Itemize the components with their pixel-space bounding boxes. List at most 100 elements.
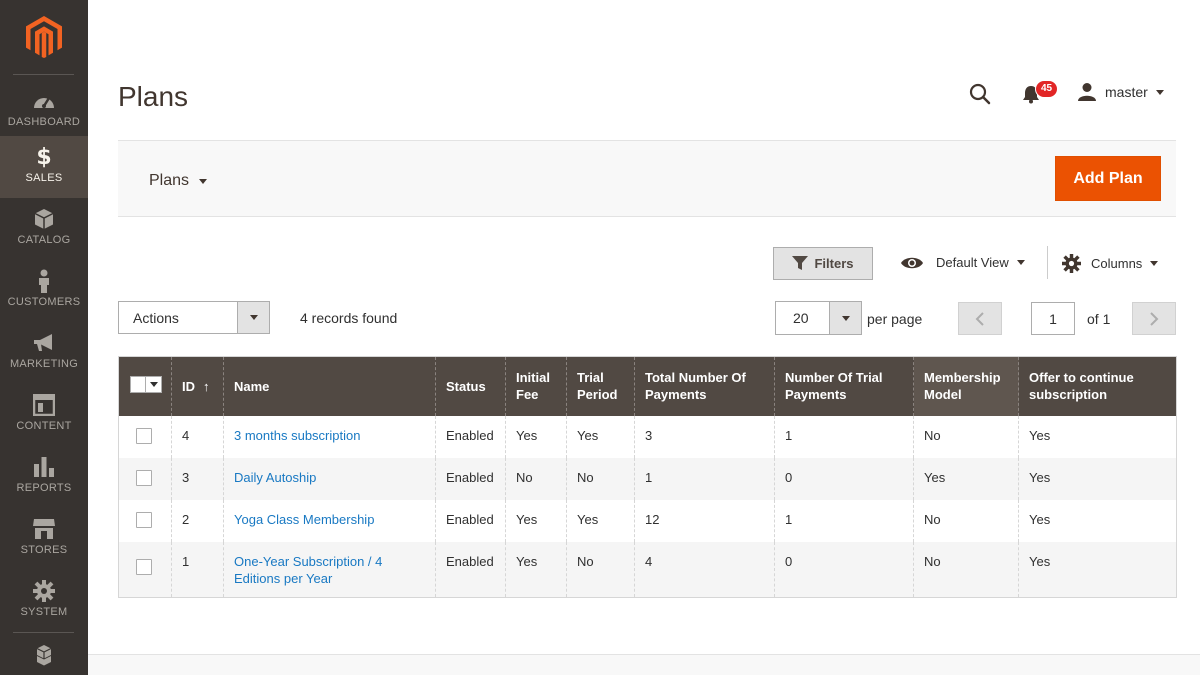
sidebar-item-label: CUSTOMERS	[7, 296, 81, 308]
row-checkbox[interactable]	[136, 427, 152, 444]
sidebar-item-label: SALES	[25, 172, 63, 184]
column-header-membership-model[interactable]: Membership Model	[913, 356, 1019, 416]
cell-total-payments: 4	[634, 541, 775, 597]
cell-trial-period: No	[566, 457, 635, 500]
sidebar-item-catalog[interactable]: CATALOG	[0, 198, 88, 260]
page-actions-bar: Plans Add Plan	[118, 140, 1176, 217]
bar-chart-icon	[33, 456, 55, 478]
username: master	[1105, 84, 1148, 100]
sidebar-item-label: CONTENT	[16, 420, 72, 432]
cell-trial-payments: 0	[774, 541, 914, 597]
sidebar-divider	[13, 74, 74, 75]
toolbar-divider	[1047, 246, 1048, 279]
column-header-initial-fee[interactable]: Initial Fee	[505, 356, 567, 416]
cell-id: 2	[171, 499, 224, 542]
cell-total-payments: 12	[634, 499, 775, 542]
search-icon	[969, 83, 991, 105]
cell-membership-model: Yes	[913, 457, 1019, 500]
row-checkbox[interactable]	[136, 469, 152, 486]
global-search-button[interactable]	[969, 83, 991, 110]
filters-button[interactable]: Filters	[773, 247, 873, 280]
sidebar-item-customers[interactable]: CUSTOMERS	[0, 260, 88, 322]
cubes-icon	[32, 644, 56, 666]
plans-grid: ID ↑ Name Status Initial Fee Trial Period…	[118, 356, 1177, 598]
sidebar-item-dashboard[interactable]: DASHBOARD	[0, 80, 88, 142]
columns-selector[interactable]: Columns	[1062, 254, 1159, 273]
row-checkbox[interactable]	[136, 558, 152, 575]
sidebar-item-label: REPORTS	[16, 482, 72, 494]
cell-status: Enabled	[435, 415, 506, 458]
user-menu[interactable]: master	[1077, 82, 1164, 102]
sidebar-item-label: STORES	[20, 544, 68, 556]
view-selector[interactable]: Default View	[900, 255, 1025, 270]
cell-id: 1	[171, 541, 224, 597]
sidebar-item-label: CATALOG	[17, 234, 71, 246]
magento-logo[interactable]	[0, 0, 88, 74]
chevron-down-icon	[146, 382, 161, 388]
column-header-status[interactable]: Status	[435, 356, 506, 416]
cell-total-payments: 1	[634, 457, 775, 500]
table-row[interactable]: 1 One-Year Subscription / 4 Editions per…	[118, 541, 1177, 597]
sidebar-item-label: SYSTEM	[20, 606, 68, 618]
table-row[interactable]: 2 Yoga Class Membership Enabled Yes Yes …	[118, 499, 1177, 542]
sidebar-item-sales[interactable]: $ SALES	[0, 136, 88, 198]
sort-ascending-icon: ↑	[203, 378, 210, 394]
column-header-trial-payments[interactable]: Number Of Trial Payments	[774, 356, 914, 416]
column-header-name[interactable]: Name	[223, 356, 436, 416]
mass-actions-dropdown[interactable]: Actions	[118, 301, 270, 334]
page-number-input[interactable]	[1031, 302, 1075, 335]
column-header-offer-continue[interactable]: Offer to continue subscription	[1018, 356, 1177, 416]
cell-membership-model: No	[913, 415, 1019, 458]
sidebar-item-stores[interactable]: STORES	[0, 508, 88, 570]
plans-switcher[interactable]: Plans	[149, 172, 208, 190]
previous-page-button[interactable]	[958, 302, 1002, 335]
per-page-dropdown[interactable]: 20	[775, 301, 862, 335]
plan-name-link[interactable]: Daily Autoship	[234, 470, 316, 485]
plan-name-link[interactable]: 3 months subscription	[234, 428, 360, 443]
next-page-button[interactable]	[1132, 302, 1176, 335]
table-row[interactable]: 3 Daily Autoship Enabled No No 1 0 Yes Y…	[118, 457, 1177, 500]
cell-trial-period: Yes	[566, 415, 635, 458]
chevron-down-icon	[1016, 260, 1025, 265]
cell-membership-model: No	[913, 541, 1019, 597]
page-total: of 1	[1087, 311, 1111, 327]
magento-logo-icon	[26, 16, 62, 58]
cell-initial-fee: Yes	[505, 541, 567, 597]
plans-switcher-label: Plans	[149, 172, 190, 189]
add-plan-button[interactable]: Add Plan	[1055, 156, 1161, 201]
per-page-value: 20	[793, 310, 809, 326]
cell-status: Enabled	[435, 457, 506, 500]
sidebar-item-reports[interactable]: REPORTS	[0, 446, 88, 508]
cell-total-payments: 3	[634, 415, 775, 458]
cell-status: Enabled	[435, 499, 506, 542]
chevron-down-icon	[237, 302, 269, 333]
sidebar-item-marketing[interactable]: MARKETING	[0, 322, 88, 384]
gear-icon	[33, 580, 55, 602]
sidebar-item-extensions[interactable]	[0, 636, 88, 675]
chevron-down-icon	[829, 302, 861, 334]
cell-membership-model: No	[913, 499, 1019, 542]
filters-label: Filters	[814, 256, 854, 271]
column-header-id[interactable]: ID ↑	[171, 356, 224, 416]
mass-select-header	[118, 356, 172, 416]
page-title: Plans	[118, 81, 189, 112]
grid-header-row: ID ↑ Name Status Initial Fee Trial Period…	[118, 356, 1177, 416]
plan-name-link[interactable]: One-Year Subscription / 4 Editions per Y…	[234, 554, 382, 586]
row-checkbox[interactable]	[136, 511, 152, 528]
columns-selector-label: Columns	[1091, 256, 1143, 271]
page-footer	[88, 654, 1200, 675]
eye-icon	[901, 257, 923, 268]
user-icon	[1078, 83, 1096, 101]
mass-select-checkbox[interactable]	[130, 376, 162, 394]
gear-icon	[1062, 254, 1081, 273]
column-header-trial-period[interactable]: Trial Period	[566, 356, 635, 416]
table-row[interactable]: 4 3 months subscription Enabled Yes Yes …	[118, 415, 1177, 458]
sidebar-divider	[13, 632, 74, 633]
column-header-total-payments[interactable]: Total Number Of Payments	[634, 356, 775, 416]
sidebar-item-system[interactable]: SYSTEM	[0, 570, 88, 632]
chevron-down-icon	[1155, 89, 1164, 95]
sidebar-item-content[interactable]: CONTENT	[0, 384, 88, 446]
plan-name-link[interactable]: Yoga Class Membership	[234, 512, 374, 527]
dashboard-icon	[32, 90, 56, 112]
view-selector-label: Default View	[936, 255, 1009, 270]
